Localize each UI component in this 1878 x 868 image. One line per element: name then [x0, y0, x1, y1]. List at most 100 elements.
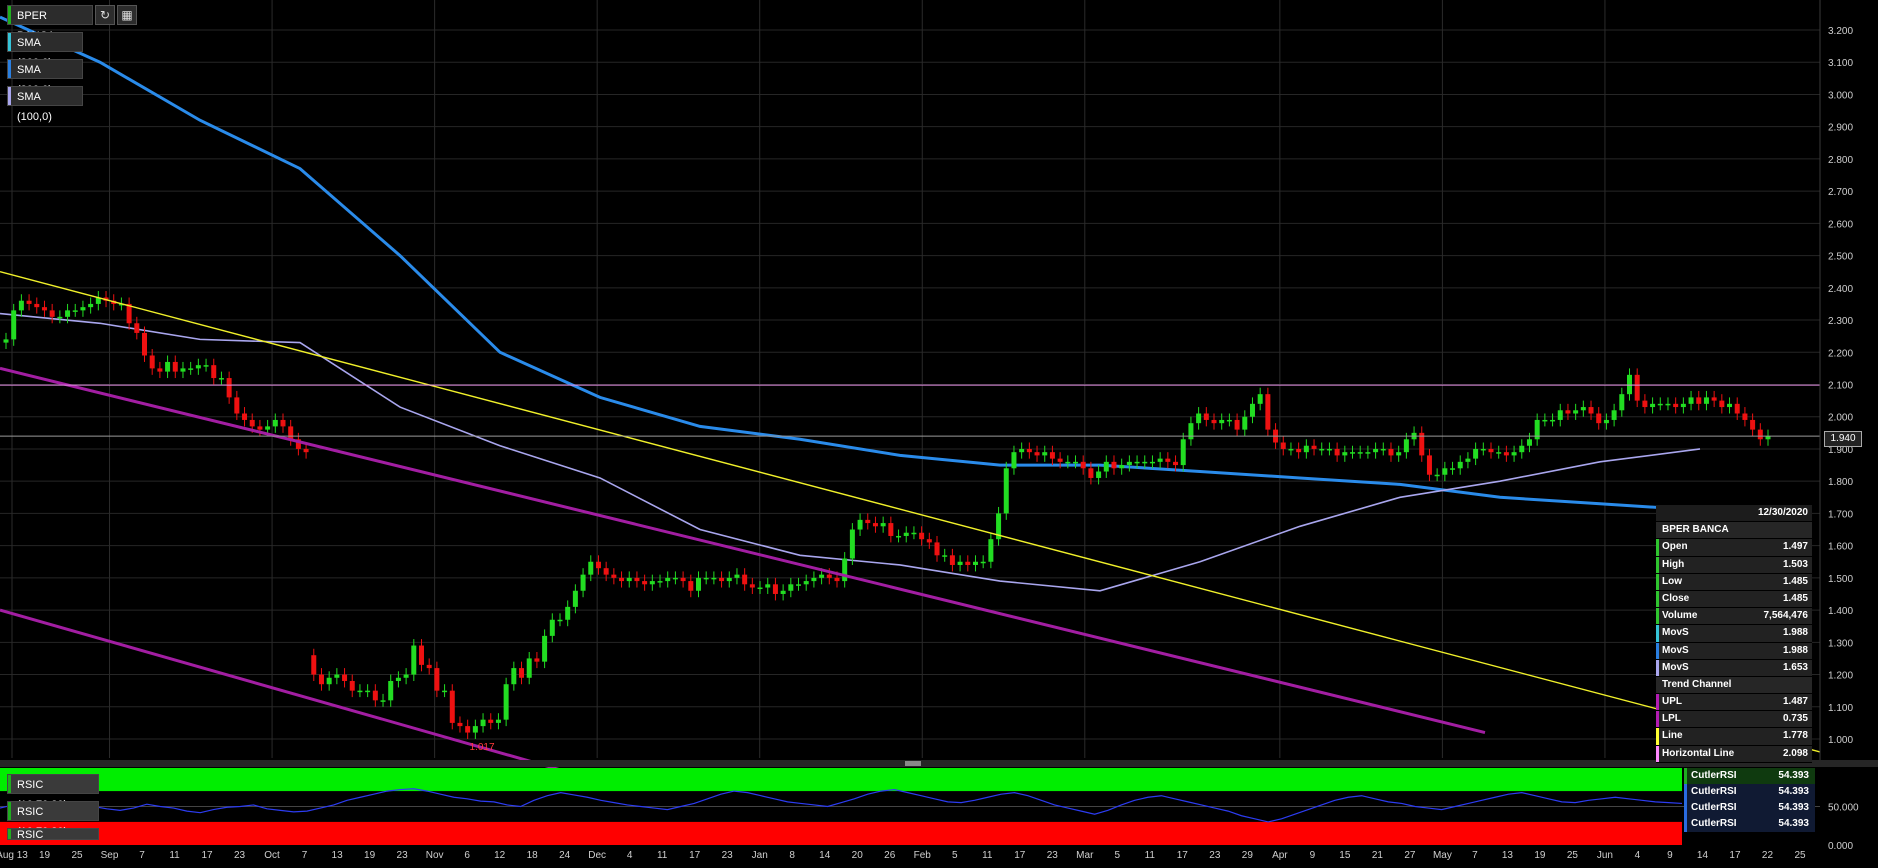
- candle-body: [226, 378, 232, 398]
- candle-body: [1434, 474, 1440, 477]
- candle-body: [1126, 461, 1132, 466]
- candle-body: [1511, 452, 1517, 456]
- candle-body: [542, 635, 548, 662]
- x-tick-label: Dec: [588, 850, 606, 861]
- x-tick-label: 17: [1177, 850, 1189, 861]
- chart-root: 1.017 1.000 1.100 1.200 1.300 1.400 1.500 1.60…: [0, 0, 1878, 868]
- candle-body: [195, 365, 201, 369]
- candle-body: [688, 581, 694, 591]
- candle-body: [1557, 410, 1563, 420]
- data-info-panel: 12/30/2020 BPER BANCA Open 1.497 High 1.503…: [1656, 505, 1812, 763]
- x-tick-label: 9: [1310, 850, 1316, 861]
- candle-body: [842, 558, 848, 582]
- x-tick-label: Apr: [1272, 850, 1288, 861]
- x-tick-label: 25: [1567, 850, 1579, 861]
- indicator-tag[interactable]: SMA (200,0): [7, 32, 83, 69]
- candle-body: [657, 581, 663, 583]
- candle-body: [780, 590, 786, 594]
- info-row: Low 1.485: [1656, 573, 1812, 591]
- info-rows-trend: UPL 1.487 LPL 0.735 Line 1.778 Horizontal Line…: [1656, 694, 1812, 763]
- rsi-value: 54.393: [1778, 770, 1809, 781]
- info-row-color-mark: [1656, 711, 1659, 728]
- candle-body: [1711, 397, 1717, 401]
- x-tick-label: Jan: [752, 850, 768, 861]
- rsi-tag[interactable]: RSIC (10,70,30): [7, 801, 99, 838]
- candle-body: [665, 577, 671, 582]
- indicator-tag[interactable]: SMA (100,0): [7, 86, 83, 123]
- candle-body: [1049, 452, 1055, 459]
- calendar-button[interactable]: ▦: [117, 5, 137, 25]
- refresh-button[interactable]: ↻: [95, 5, 115, 25]
- rsi-y-tick-label: 0.000: [1828, 841, 1853, 852]
- x-tick-label: 7: [302, 850, 308, 861]
- y-tick-label: 2.700: [1828, 187, 1853, 198]
- x-tick-label: Nov: [426, 850, 444, 861]
- candle-body: [1288, 448, 1294, 451]
- candle-body: [1073, 461, 1079, 464]
- candle-body: [80, 307, 86, 311]
- rsi-value-label: CutlerRSI: [1691, 818, 1737, 829]
- candle-body: [942, 555, 948, 557]
- candle-body: [1011, 452, 1017, 469]
- candle-body: [1119, 465, 1125, 469]
- candle-body: [41, 307, 47, 311]
- indicator-tag[interactable]: SMA (200,0): [7, 59, 83, 96]
- candle-body: [372, 690, 378, 701]
- instrument-tag[interactable]: BPER BANCA: [7, 5, 93, 42]
- candle-body: [318, 674, 324, 685]
- candle-body: [249, 419, 255, 427]
- x-tick-label: 17: [1014, 850, 1026, 861]
- x-tick-label: 25: [1794, 850, 1806, 861]
- candle-body: [1619, 394, 1625, 411]
- candle-body: [434, 668, 440, 691]
- price-chart[interactable]: 1.017 1.000 1.100 1.200 1.300 1.400 1.500 1.60…: [0, 0, 1878, 868]
- x-tick-label: 8: [789, 850, 795, 861]
- indicator-color-stripe: [8, 33, 11, 51]
- candle-body: [1588, 407, 1594, 414]
- candle-body: [26, 300, 32, 304]
- y-tick-label: 1.000: [1828, 735, 1853, 746]
- x-tick-label: 14: [1697, 850, 1709, 861]
- candle-body: [872, 523, 878, 527]
- candle-body: [326, 677, 332, 685]
- candle-body: [534, 658, 540, 662]
- pane-divider[interactable]: [0, 760, 1878, 767]
- x-tick-label: 17: [689, 850, 701, 861]
- candle-body: [88, 303, 94, 308]
- rsi-value-box: CutlerRSI 54.393: [1684, 816, 1815, 832]
- x-tick-label: 23: [234, 850, 246, 861]
- info-row: MovS 1.988: [1656, 642, 1812, 660]
- x-tick-label: 12: [494, 850, 506, 861]
- candle-body: [472, 726, 478, 733]
- candle-body: [1580, 407, 1586, 411]
- rsi-tag[interactable]: RSIC (10,70,30): [7, 828, 99, 840]
- x-tick-label: 23: [1047, 850, 1059, 861]
- info-section-row: Trend Channel: [1656, 676, 1812, 695]
- y-tick-label: 2.500: [1828, 252, 1853, 263]
- candle-body: [172, 361, 178, 372]
- candle-body: [1350, 452, 1356, 454]
- rsi-value-label: CutlerRSI: [1691, 770, 1737, 781]
- candle-body: [11, 310, 17, 340]
- candle-body: [165, 361, 171, 372]
- rsi-tag[interactable]: RSIC (10,70,30): [7, 774, 99, 811]
- info-row-color-mark: [1656, 608, 1659, 625]
- candle-body: [880, 523, 886, 527]
- x-tick-label: 11: [169, 850, 180, 861]
- candle-body: [488, 719, 494, 723]
- candle-body: [49, 310, 55, 317]
- x-tick-label: 9: [1667, 850, 1673, 861]
- candle-body: [1057, 458, 1063, 462]
- info-row-value: 1.988: [1782, 644, 1808, 656]
- candle-body: [334, 674, 340, 678]
- x-tick-label: 15: [1339, 850, 1351, 861]
- y-tick-label: 3.000: [1828, 90, 1853, 101]
- candle-body: [903, 532, 909, 536]
- pane-divider-handle[interactable]: [905, 761, 921, 766]
- info-row-value: 7,564,476: [1763, 610, 1809, 622]
- candle-body: [980, 561, 986, 564]
- candle-body: [141, 332, 147, 356]
- rsi-value-box: CutlerRSI 54.393: [1684, 800, 1815, 816]
- info-date: 12/30/2020: [1757, 507, 1808, 518]
- candle-body: [1696, 397, 1702, 404]
